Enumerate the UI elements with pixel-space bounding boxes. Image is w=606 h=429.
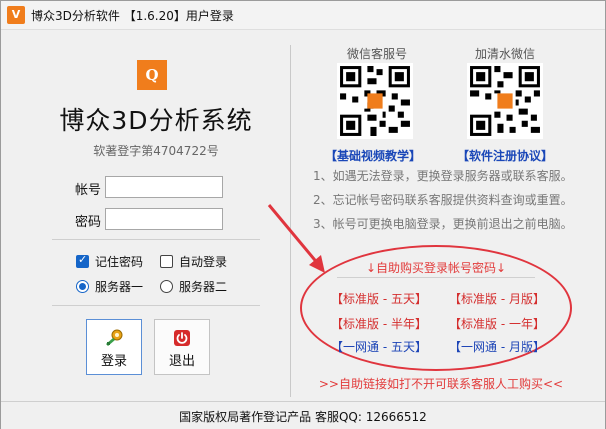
- divider: [337, 277, 535, 278]
- add-wechat-qr-code: [467, 63, 543, 139]
- server-two-label: 服务器二: [179, 280, 228, 294]
- help-note-2: 2、忘记帐号密码联系客服提供资料查询或重置。: [313, 193, 573, 207]
- buy-standard-5days-link[interactable]: 【标准版 - 五天】: [331, 290, 427, 307]
- exit-button[interactable]: 退出: [154, 319, 210, 375]
- registration-agreement-link[interactable]: 【软件注册协议】: [457, 147, 553, 164]
- status-text: 国家版权局著作登记产品 客服QQ: 12666512: [179, 410, 427, 424]
- password-input[interactable]: [105, 208, 223, 230]
- password-label: 密码: [75, 215, 102, 230]
- copyright-number: 软著登字第4704722号: [93, 144, 219, 158]
- server-two-radio[interactable]: 服务器二: [160, 278, 227, 295]
- checkbox-unchecked-icon: [160, 255, 173, 268]
- buy-standard-halfyear-link[interactable]: 【标准版 - 半年】: [331, 315, 427, 332]
- server-one-label: 服务器一: [95, 280, 144, 294]
- radio-unselected-icon: [160, 280, 173, 293]
- wechat-service-qr-code: [337, 63, 413, 139]
- auto-login-checkbox[interactable]: 自动登录: [160, 253, 227, 270]
- auto-login-label: 自动登录: [179, 255, 228, 269]
- server-one-radio[interactable]: 服务器一: [76, 278, 143, 295]
- power-off-icon: [174, 330, 190, 346]
- radio-selected-icon: [76, 280, 89, 293]
- system-title: 博众3D分析系统: [59, 106, 253, 135]
- buy-yiwangtong-5days-link[interactable]: 【一网通 - 五天】: [331, 338, 427, 355]
- login-window: V 博众3D分析软件 【1.6.20】用户登录 Q 博众3D分析系统 软著登字第…: [0, 0, 606, 429]
- login-button-label: 登录: [100, 354, 127, 369]
- remember-password-label: 记住密码: [95, 255, 144, 269]
- buy-yiwangtong-month-link[interactable]: 【一网通 - 月版】: [449, 338, 545, 355]
- buy-title: ↓自助购买登录帐号密码↓: [365, 261, 507, 275]
- buy-standard-month-link[interactable]: 【标准版 - 月版】: [449, 290, 545, 307]
- title-bar[interactable]: V 博众3D分析软件 【1.6.20】用户登录: [1, 1, 605, 30]
- remember-password-checkbox[interactable]: 记住密码: [76, 253, 143, 270]
- login-key-icon: [106, 329, 123, 346]
- add-wechat-label: 加清水微信: [474, 47, 535, 61]
- divider: [52, 239, 260, 240]
- exit-button-label: 退出: [168, 354, 195, 369]
- account-input[interactable]: [105, 176, 223, 198]
- help-note-1: 1、如遇无法登录，更换登录服务器或联系客服。: [313, 169, 573, 183]
- wechat-service-label: 微信客服号: [346, 47, 407, 61]
- video-tutorial-link[interactable]: 【基础视频教学】: [325, 147, 421, 164]
- login-button[interactable]: 登录: [86, 319, 142, 375]
- help-note-3: 3、帐号可更换电脑登录，更换前退出之前电脑。: [313, 217, 573, 231]
- status-bar: 国家版权局著作登记产品 客服QQ: 12666512: [1, 401, 605, 429]
- buy-standard-year-link[interactable]: 【标准版 - 一年】: [449, 315, 545, 332]
- checkbox-checked-icon: [76, 253, 89, 268]
- app-logo-icon: V: [7, 6, 25, 24]
- manual-purchase-notice[interactable]: >>自助链接如打不开可联系客服人工购买<<: [291, 375, 591, 392]
- brand-logo-icon: Q: [137, 60, 167, 90]
- window-title: 博众3D分析软件 【1.6.20】用户登录: [31, 9, 234, 23]
- divider: [52, 305, 260, 306]
- account-label: 帐号: [75, 183, 102, 198]
